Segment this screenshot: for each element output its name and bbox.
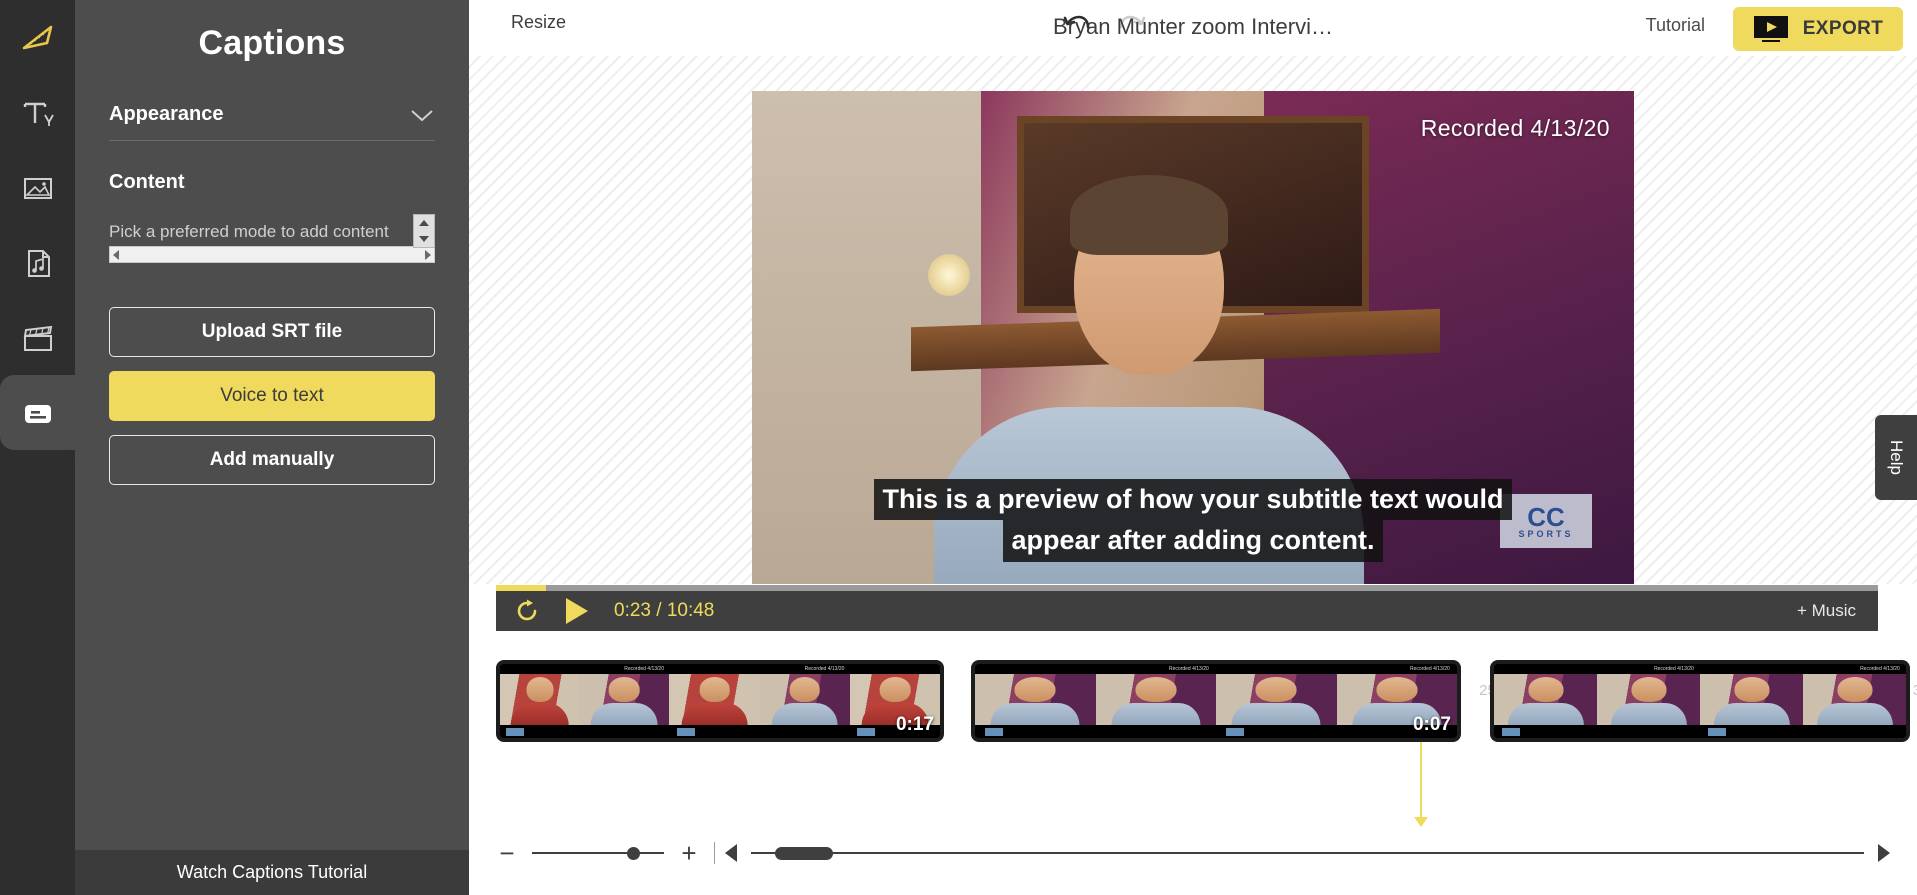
content-mode-buttons: Upload SRT file Voice to text Add manual… [109, 307, 435, 486]
scrollbar-track [751, 852, 1864, 854]
controls-divider [714, 842, 715, 864]
clip-frames: Recorded 4/13/20 Recorded 4/13/20 [975, 664, 1457, 738]
captions-icon [24, 404, 51, 423]
zoom-slider-knob[interactable] [627, 847, 641, 860]
recorded-date-overlay: Recorded 4/13/20 [1420, 115, 1610, 141]
export-video-icon [1753, 16, 1788, 42]
subtitle-line-1: This is a preview of how your subtitle t… [874, 478, 1512, 521]
clip-frame: Recorded 4/13/20 [579, 664, 670, 738]
timeline-clip-3[interactable]: Recorded 4/13/20 Recorded 4/13/20 [1490, 660, 1910, 742]
zoom-in-button[interactable]: + [678, 840, 700, 866]
scroll-right-button[interactable] [1878, 844, 1890, 862]
add-music-button[interactable]: + Music [1797, 601, 1856, 621]
spinner-up-icon[interactable] [419, 220, 429, 226]
captions-panel: Captions Appearance Content Pick a prefe… [75, 0, 469, 895]
ruler-tick: 31s [1912, 682, 1917, 699]
export-button-label: EXPORT [1802, 18, 1884, 39]
zoom-out-button[interactable]: − [496, 840, 518, 866]
zoom-slider[interactable] [532, 846, 664, 860]
scrollbar-thumb[interactable] [775, 847, 834, 860]
chevron-down-icon[interactable] [409, 107, 435, 123]
appearance-section-header[interactable]: Appearance [109, 103, 435, 141]
zoom-slider-track [532, 852, 664, 854]
upload-srt-button[interactable]: Upload SRT file [109, 307, 435, 358]
video-trim-icon [22, 25, 52, 49]
watch-captions-tutorial-link[interactable]: Watch Captions Tutorial [75, 850, 469, 895]
clip-duration: 0:07 [1412, 714, 1451, 735]
clip-frame [975, 664, 1096, 738]
clip-frame: Recorded 4/13/20 [1095, 664, 1216, 738]
clip-frame [1216, 664, 1337, 738]
content-label: Content [109, 171, 185, 193]
hint-horizontal-scrollbar[interactable] [109, 246, 435, 264]
timeline-scrollbar[interactable] [751, 846, 1864, 860]
text-icon [23, 102, 54, 126]
content-mode-hint-text: Pick a preferred mode to add content [109, 222, 389, 241]
video-subject-hair [1069, 174, 1228, 255]
appearance-label: Appearance [109, 103, 224, 125]
rail-item-captions[interactable] [0, 361, 75, 464]
content-section-header: Content [109, 171, 435, 194]
rail-item-audio[interactable] [0, 225, 75, 300]
clapperboard-icon [23, 325, 52, 351]
spinner-down-icon[interactable] [419, 236, 429, 242]
voice-to-text-button[interactable]: Voice to text [109, 371, 435, 422]
help-tab-label: Help [1887, 440, 1906, 475]
timeline-clip-2[interactable]: Recorded 4/13/20 Recorded 4/13/20 0:07 [971, 660, 1461, 742]
icon-rail [0, 0, 75, 895]
hint-spinner[interactable] [413, 214, 435, 248]
content-mode-hint: Pick a preferred mode to add content [109, 214, 435, 264]
time-readout: 0:23 / 10:48 [614, 600, 715, 621]
clip-frame [1494, 664, 1597, 738]
play-button[interactable] [566, 598, 588, 624]
clip-duration: 0:17 [895, 714, 934, 735]
clip-frames: Recorded 4/13/20 Recorded 4/13/20 [1494, 664, 1906, 738]
tutorial-link[interactable]: Tutorial [1646, 15, 1705, 36]
timeline-bottom-controls: − + [496, 838, 1890, 868]
video-preview[interactable]: Recorded 4/13/20 CC SPORTS This is a pre… [752, 91, 1634, 584]
rail-item-video[interactable] [0, 0, 75, 75]
image-icon [23, 177, 52, 199]
clip-frame [1700, 664, 1803, 738]
replay-icon[interactable] [514, 598, 540, 624]
rail-item-text[interactable] [0, 75, 75, 150]
clip-frame [669, 664, 760, 738]
top-toolbar: Resize Bryan Munter zoom Intervi… Tutori… [469, 0, 1917, 56]
scroll-right-icon[interactable] [425, 249, 431, 260]
clip-frame: Recorded 4/13/20 [759, 664, 850, 738]
clip-frames: Recorded 4/13/20 Recorded 4/13/20 [500, 664, 940, 738]
export-button[interactable]: EXPORT [1733, 7, 1903, 51]
timeline-clip-1[interactable]: Recorded 4/13/20 Recorded 4/13/20 0:17 [496, 660, 944, 742]
audio-icon [27, 249, 50, 277]
scroll-left-icon[interactable] [113, 249, 119, 260]
clip-frame: Recorded 4/13/20 [1597, 664, 1700, 738]
add-manually-button[interactable]: Add manually [109, 435, 435, 486]
scroll-left-button[interactable] [725, 844, 737, 862]
player-controls: 0:23 / 10:48 + Music [496, 591, 1878, 631]
clip-frame [500, 664, 580, 738]
rail-item-image[interactable] [0, 150, 75, 225]
timeline: 12s 13s 14s 15s 16s 17s 18s 19s 20s 21s … [469, 660, 1917, 895]
subtitle-overlay[interactable]: This is a preview of how your subtitle t… [752, 478, 1634, 562]
editor-app: Captions Appearance Content Pick a prefe… [0, 0, 1917, 895]
video-bg-lamp [928, 253, 971, 296]
preview-stage: Recorded 4/13/20 CC SPORTS This is a pre… [469, 56, 1917, 584]
help-tab[interactable]: Help [1875, 415, 1917, 500]
subtitle-line-2: appear after adding content. [1003, 520, 1383, 562]
clip-frame: Recorded 4/13/20 [1803, 664, 1906, 738]
page-title: Captions [198, 24, 346, 62]
